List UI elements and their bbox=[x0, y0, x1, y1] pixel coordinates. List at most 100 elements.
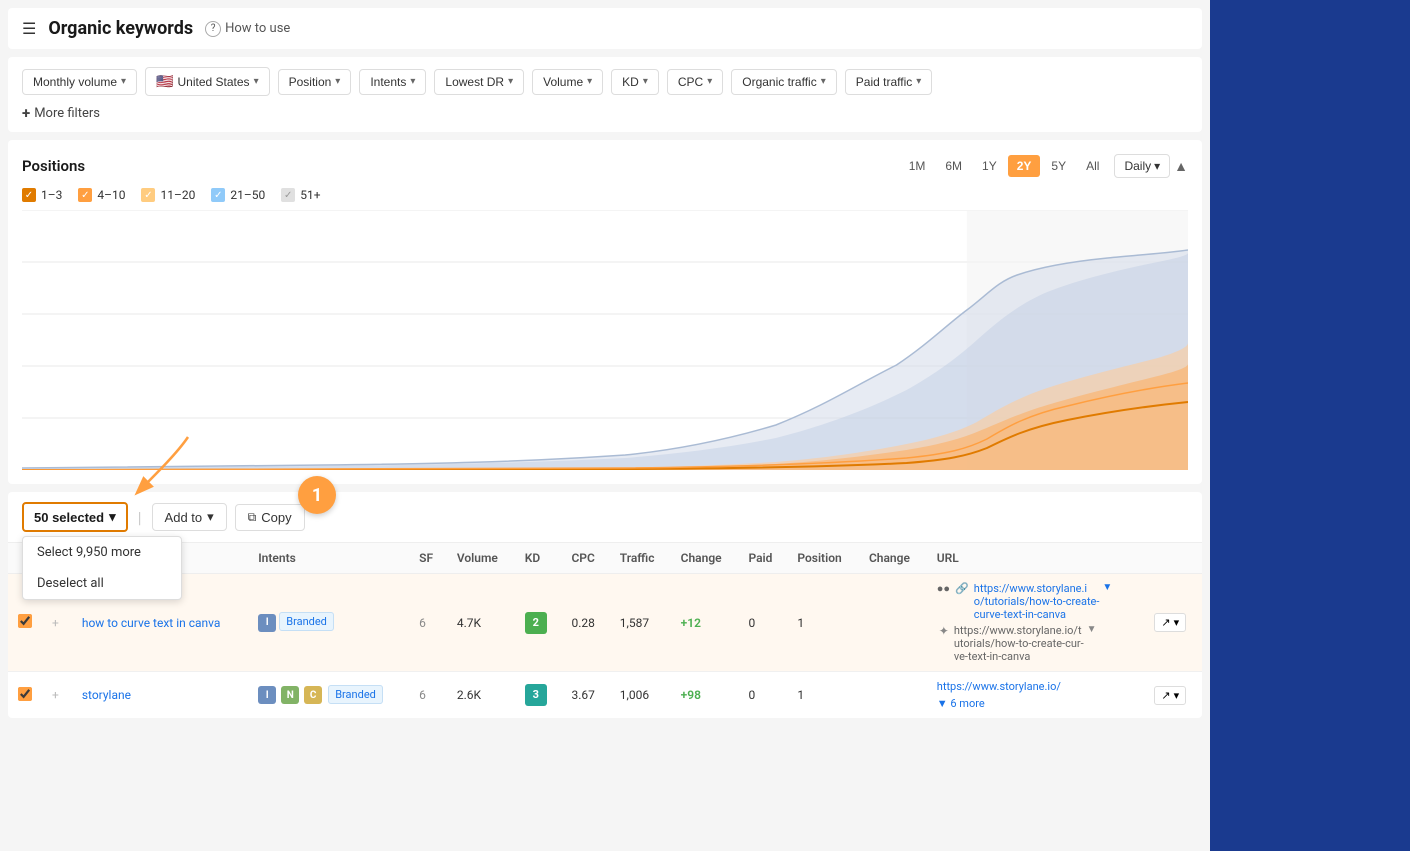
chevron-down-icon: ▾ bbox=[508, 76, 513, 87]
more-urls-link[interactable]: ▼ 6 more bbox=[937, 697, 985, 710]
monthly-volume-filter[interactable]: Monthly volume ▾ bbox=[22, 69, 137, 95]
add-to-btn[interactable]: Add to ▾ bbox=[152, 503, 227, 531]
col-paid: Paid bbox=[738, 543, 787, 574]
url-main-link[interactable]: https://www.storylane.io/tutorials/how-t… bbox=[974, 582, 1100, 621]
chevron-down-icon: ▾ bbox=[207, 509, 214, 525]
page-header: ☰ Organic keywords ? How to use bbox=[8, 8, 1202, 49]
row-action-cell: ↗ ▾ bbox=[1144, 574, 1202, 672]
organic-traffic-filter[interactable]: Organic traffic ▾ bbox=[731, 69, 837, 95]
menu-icon[interactable]: ☰ bbox=[22, 19, 36, 38]
trend-btn[interactable]: ↗ ▾ bbox=[1154, 686, 1186, 705]
plus-icon: + bbox=[22, 104, 30, 122]
select-more-item[interactable]: Select 9,950 more bbox=[23, 537, 181, 568]
position-value: 1 bbox=[797, 616, 804, 630]
url-secondary: https://www.storylane.io/tutorials/how-t… bbox=[954, 624, 1084, 663]
legend-check-4-10[interactable]: ✓ bbox=[78, 188, 92, 202]
col-actions bbox=[1144, 543, 1202, 574]
table-section: 50 selected ▾ Select 9,950 more Deselect… bbox=[8, 492, 1202, 718]
plus-icon[interactable]: + bbox=[52, 616, 59, 630]
row-url-cell: ●● 🔗 https://www.storylane.io/tutorials/… bbox=[927, 574, 1145, 672]
positions-chart: 60K 45K 30K 15K 0 bbox=[22, 210, 1188, 470]
cpc-value: 3.67 bbox=[571, 688, 594, 702]
more-filters-btn[interactable]: + More filters bbox=[22, 104, 1188, 122]
intent-badge-n: N bbox=[281, 686, 299, 704]
time-btn-6m[interactable]: 6M bbox=[936, 155, 971, 177]
volume-value: 4.7K bbox=[457, 616, 481, 630]
lowest-dr-filter[interactable]: Lowest DR ▾ bbox=[434, 69, 524, 95]
branded-badge: Branded bbox=[279, 612, 334, 631]
col-position-change: Change bbox=[859, 543, 927, 574]
legend-check-21-50[interactable]: ✓ bbox=[211, 188, 225, 202]
star-icon: ✦ bbox=[939, 624, 949, 638]
annotation-circle-1: 1 bbox=[298, 476, 336, 514]
cpc-filter[interactable]: CPC ▾ bbox=[667, 69, 723, 95]
trend-btn[interactable]: ↗ ▾ bbox=[1154, 613, 1186, 632]
time-btn-5y[interactable]: 5Y bbox=[1042, 155, 1075, 177]
chevron-down-icon: ▾ bbox=[121, 76, 126, 87]
url-main-link[interactable]: https://www.storylane.io/ bbox=[937, 680, 1135, 693]
copy-icon: ⧉ bbox=[248, 510, 257, 525]
kd-filter[interactable]: KD ▾ bbox=[611, 69, 659, 95]
row-sf-cell: 6 bbox=[409, 574, 447, 672]
deselect-all-item[interactable]: Deselect all bbox=[23, 568, 181, 599]
paid-value: 0 bbox=[748, 688, 755, 702]
time-btn-all[interactable]: All bbox=[1077, 155, 1108, 177]
legend-item-51plus: ✓ 51+ bbox=[281, 188, 320, 202]
question-icon: ? bbox=[205, 21, 221, 37]
collapse-chart-btn[interactable]: ▲ bbox=[1174, 158, 1188, 174]
intents-filter[interactable]: Intents ▾ bbox=[359, 69, 426, 95]
chart-area: 60K 45K 30K 15K 0 bbox=[22, 210, 1188, 470]
copy-btn[interactable]: ⧉ Copy bbox=[235, 504, 305, 531]
row-url-cell: https://www.storylane.io/ ▼ 6 more bbox=[927, 672, 1145, 719]
legend-item-11-20: ✓ 11–20 bbox=[141, 188, 195, 202]
legend-check-1-3[interactable]: ✓ bbox=[22, 188, 36, 202]
position-filter[interactable]: Position ▾ bbox=[278, 69, 352, 95]
volume-filter[interactable]: Volume ▾ bbox=[532, 69, 603, 95]
row-checkbox-cell[interactable] bbox=[8, 672, 42, 719]
chevron-down-icon: ▾ bbox=[587, 76, 592, 87]
row-kd-cell: 2 bbox=[515, 574, 562, 672]
row-checkbox[interactable] bbox=[18, 614, 32, 628]
position-value: 1 bbox=[797, 688, 804, 702]
row-kd-cell: 3 bbox=[515, 672, 562, 719]
chevron-down-icon: ▾ bbox=[821, 76, 826, 87]
separator: | bbox=[138, 508, 142, 527]
legend-item-21-50: ✓ 21–50 bbox=[211, 188, 265, 202]
page-title: Organic keywords bbox=[48, 18, 193, 39]
kd-badge: 2 bbox=[525, 612, 547, 634]
right-panel bbox=[1210, 0, 1410, 851]
how-to-use-link[interactable]: ? How to use bbox=[205, 21, 290, 37]
traffic-value: 1,587 bbox=[620, 616, 649, 630]
time-btn-2y[interactable]: 2Y bbox=[1008, 155, 1041, 177]
paid-traffic-filter[interactable]: Paid traffic ▾ bbox=[845, 69, 933, 95]
url-chevron-icon: ▼ bbox=[1087, 624, 1097, 635]
row-cpc-cell: 3.67 bbox=[561, 672, 609, 719]
country-filter[interactable]: 🇺🇸 United States ▾ bbox=[145, 67, 270, 96]
chevron-down-icon: ▾ bbox=[916, 76, 921, 87]
row-traffic-cell: 1,587 bbox=[610, 574, 671, 672]
keyword-link[interactable]: storylane bbox=[82, 688, 131, 702]
row-checkbox[interactable] bbox=[18, 687, 32, 701]
granularity-btn[interactable]: Daily ▾ bbox=[1114, 154, 1170, 178]
selected-btn[interactable]: 50 selected ▾ bbox=[22, 502, 128, 532]
row-position-cell: 1 bbox=[787, 672, 859, 719]
legend-check-11-20[interactable]: ✓ bbox=[141, 188, 155, 202]
col-cpc: CPC bbox=[561, 543, 609, 574]
chart-controls: 1M 6M 1Y 2Y 5Y All Daily ▾ ▲ bbox=[900, 154, 1188, 178]
row-intents-cell: I N C Branded bbox=[248, 672, 409, 719]
chevron-down-icon: ▾ bbox=[410, 76, 415, 87]
legend-check-51plus[interactable]: ✓ bbox=[281, 188, 295, 202]
plus-icon[interactable]: + bbox=[52, 688, 59, 702]
time-btn-1m[interactable]: 1M bbox=[900, 155, 935, 177]
legend-item-1-3: ✓ 1–3 bbox=[22, 188, 62, 202]
row-action-cell: ↗ ▾ bbox=[1144, 672, 1202, 719]
chevron-down-icon: ▾ bbox=[1154, 159, 1160, 173]
row-cpc-cell: 0.28 bbox=[561, 574, 609, 672]
time-btn-1y[interactable]: 1Y bbox=[973, 155, 1006, 177]
table-row: + how to curve text in canva I Branded 6… bbox=[8, 574, 1202, 672]
url-expand-icon[interactable]: ▼ bbox=[1102, 582, 1112, 593]
keyword-link[interactable]: how to curve text in canva bbox=[82, 616, 221, 630]
kd-badge: 3 bbox=[525, 684, 547, 706]
change-value: +12 bbox=[681, 616, 701, 630]
intent-badge-i: I bbox=[258, 686, 276, 704]
